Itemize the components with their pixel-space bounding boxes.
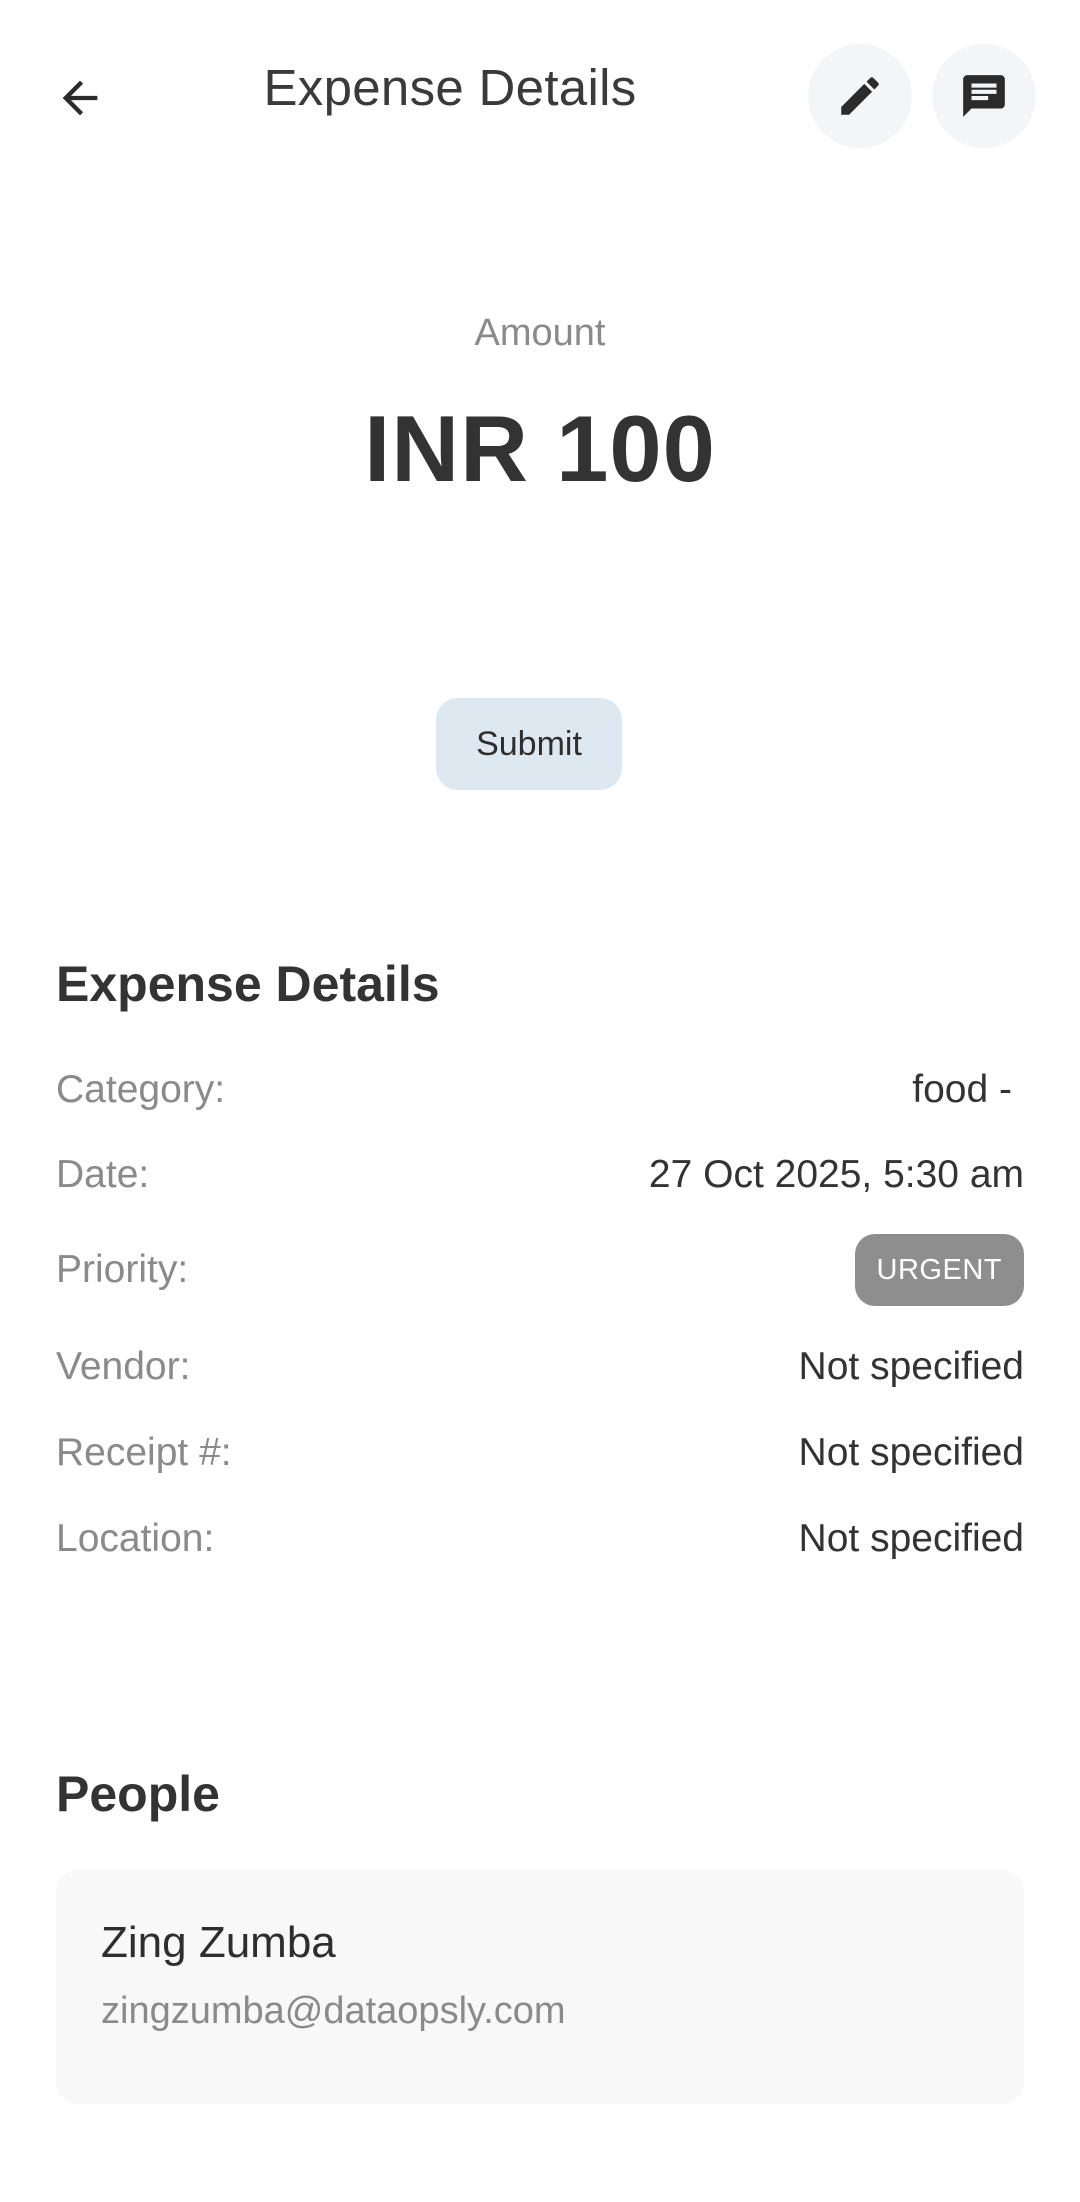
receipt-label: Receipt #: bbox=[56, 1431, 232, 1474]
detail-row-vendor: Vendor: Not specified bbox=[56, 1337, 1024, 1397]
location-label: Location: bbox=[56, 1517, 215, 1560]
priority-label: Priority: bbox=[56, 1248, 189, 1291]
detail-row-location: Location: Not specified bbox=[56, 1509, 1024, 1569]
chat-bubble-icon bbox=[963, 75, 1005, 117]
app-header: Expense Details bbox=[0, 0, 1080, 195]
vendor-label: Vendor: bbox=[56, 1345, 191, 1388]
detail-row-category: Category: food - bbox=[56, 1060, 1024, 1120]
priority-badge: URGENT bbox=[854, 1234, 1024, 1306]
location-value: Not specified bbox=[798, 1517, 1024, 1560]
category-value: food - bbox=[912, 1068, 1012, 1111]
date-label: Date: bbox=[56, 1153, 150, 1196]
page-title: Expense Details bbox=[263, 59, 637, 116]
amount-label: Amount bbox=[474, 312, 606, 354]
receipt-value: Not specified bbox=[798, 1431, 1024, 1474]
comment-button[interactable] bbox=[932, 44, 1036, 148]
date-value: 27 Oct 2025, 5:30 am bbox=[648, 1153, 1024, 1196]
arrow-back-icon bbox=[62, 80, 98, 115]
edit-button[interactable] bbox=[808, 44, 912, 148]
submit-button[interactable]: Submit bbox=[436, 698, 622, 790]
back-button[interactable] bbox=[40, 50, 120, 145]
person-card[interactable]: Zing Zumba zingzumba@dataopsly.com bbox=[56, 1870, 1024, 2104]
person-name: Zing Zumba bbox=[101, 1918, 336, 1967]
detail-row-date: Date: 27 Oct 2025, 5:30 am bbox=[56, 1145, 1024, 1205]
expense-details-heading: Expense Details bbox=[56, 956, 440, 1012]
detail-row-receipt: Receipt #: Not specified bbox=[56, 1423, 1024, 1483]
amount-value: INR 100 bbox=[364, 396, 716, 501]
category-label: Category: bbox=[56, 1068, 226, 1111]
pencil-icon bbox=[841, 77, 879, 115]
detail-row-priority: Priority: URGENT bbox=[56, 1234, 1024, 1306]
person-email: zingzumba@dataopsly.com bbox=[101, 1990, 566, 2032]
vendor-value: Not specified bbox=[798, 1345, 1024, 1388]
people-heading: People bbox=[56, 1766, 220, 1822]
